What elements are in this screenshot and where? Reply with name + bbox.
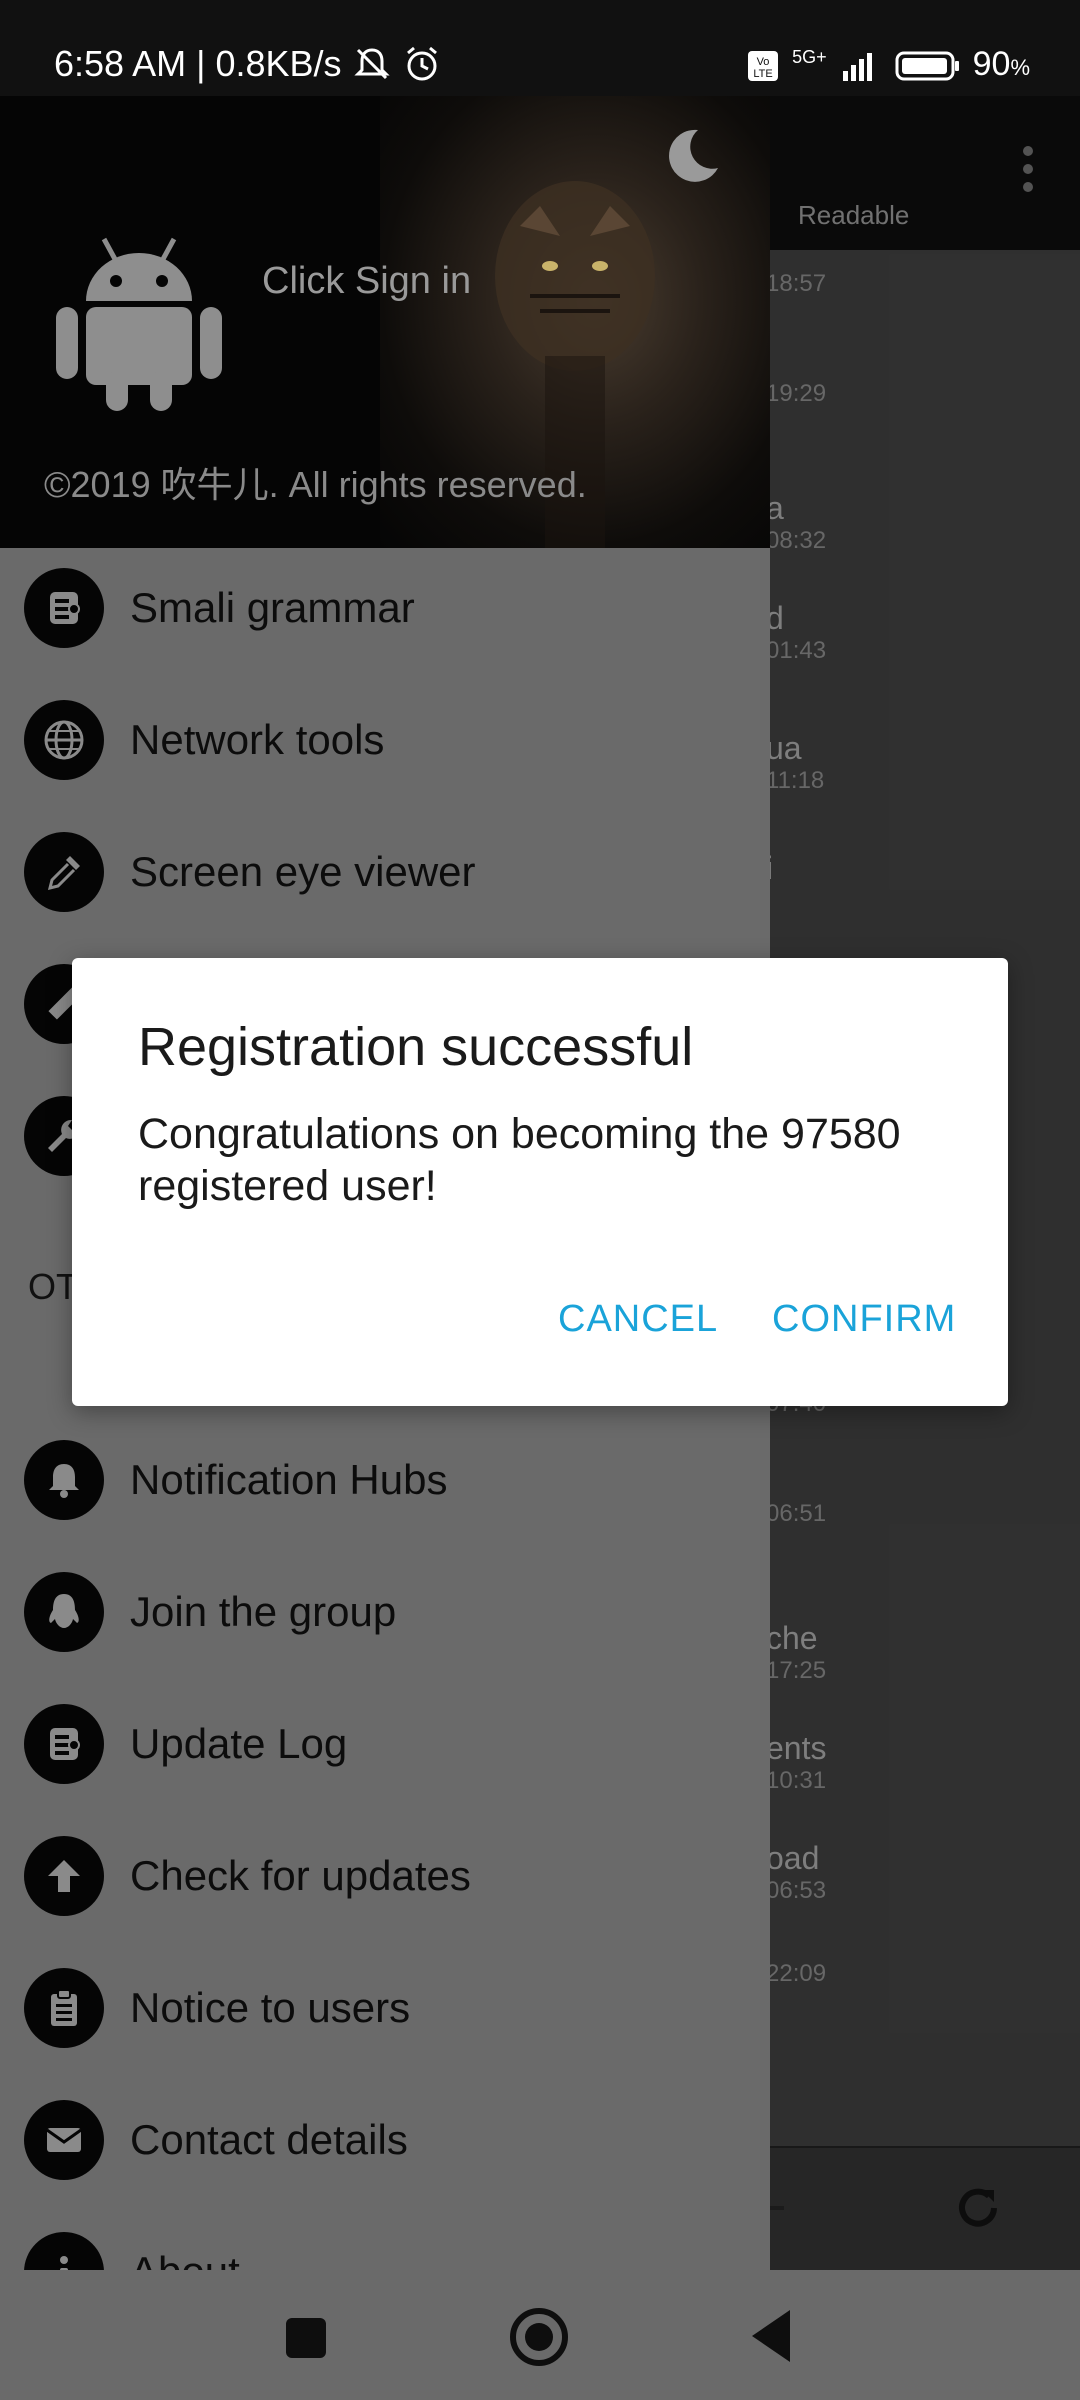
drawer-item-label: Smali grammar <box>130 584 415 631</box>
recents-button[interactable] <box>286 2318 326 2358</box>
drawer-item-update-log[interactable]: Update Log <box>0 1684 770 1804</box>
sign-in-link[interactable]: Click Sign in <box>262 260 471 303</box>
globe-icon <box>24 700 104 780</box>
status-time: 6:58 AM | 0.8KB/s <box>54 43 342 84</box>
night-mode-moon-icon[interactable] <box>660 124 722 186</box>
drawer-item-label: Update Log <box>130 1720 348 1767</box>
status-bar: 6:58 AM | 0.8KB/s Vo LTE 5G+ 90% <box>0 0 1080 96</box>
code-doc-icon <box>24 568 104 648</box>
network-type: 5G+ <box>792 47 827 67</box>
home-button[interactable] <box>510 2308 568 2366</box>
system-nav-bar <box>0 2270 1080 2400</box>
copyright-text: ©2019 吹牛儿. All rights reserved. <box>44 464 587 505</box>
cancel-button[interactable]: CANCEL <box>558 1298 718 1341</box>
dialog-title: Registration successful <box>138 1017 694 1077</box>
drawer-item-screen-eye-viewer[interactable]: Screen eye viewer <box>0 812 770 932</box>
drawer-item-contact-details[interactable]: Contact details <box>0 2080 770 2200</box>
qq-penguin-icon <box>24 1572 104 1652</box>
drawer-item-network-tools[interactable]: Network tools <box>0 680 770 800</box>
svg-text:Vo: Vo <box>757 56 770 68</box>
bell-icon <box>24 1440 104 1520</box>
code-doc-icon <box>24 1704 104 1784</box>
alarm-icon <box>406 46 437 81</box>
registration-dialog: Registration successful Congratulations … <box>72 958 1008 1406</box>
drawer-item-join-the-group[interactable]: Join the group <box>0 1552 770 1672</box>
drawer-item-label: Network tools <box>130 716 385 763</box>
dialog-message: Congratulations on becoming the 97580 re… <box>138 1110 901 1210</box>
drawer-item-label: Notification Hubs <box>130 1456 448 1503</box>
mail-icon <box>24 2100 104 2180</box>
clipboard-icon <box>24 1968 104 2048</box>
drawer-item-label: Join the group <box>130 1588 397 1635</box>
drawer-item-check-for-updates[interactable]: Check for updates <box>0 1816 770 1936</box>
signal-icon <box>842 53 872 81</box>
svg-text:LTE: LTE <box>753 68 772 80</box>
drawer-item-label: Notice to users <box>130 1984 411 2031</box>
volte-icon: Vo LTE <box>748 51 779 81</box>
drawer-item-notification-hubs[interactable]: Notification Hubs <box>0 1420 770 1540</box>
eyedropper-icon <box>24 832 104 912</box>
battery-level: 90% <box>972 45 1030 83</box>
drawer-header: Click Sign in ©2019 吹牛儿. All rights rese… <box>0 96 770 548</box>
drawer-item-label: Contact details <box>130 2116 408 2163</box>
arrow-up-icon <box>24 1836 104 1916</box>
section-label-other: OT <box>28 1266 78 1307</box>
mute-bell-icon <box>353 48 390 80</box>
drawer-item-label: Screen eye viewer <box>130 848 476 895</box>
drawer-item-smali-grammar[interactable]: Smali grammar <box>0 548 770 668</box>
battery-icon <box>895 51 959 81</box>
back-button[interactable] <box>752 2310 790 2362</box>
confirm-button[interactable]: CONFIRM <box>772 1298 956 1341</box>
drawer-item-notice-to-users[interactable]: Notice to users <box>0 1948 770 2068</box>
drawer-item-label: Check for updates <box>130 1852 471 1899</box>
android-avatar-icon[interactable] <box>54 231 224 411</box>
